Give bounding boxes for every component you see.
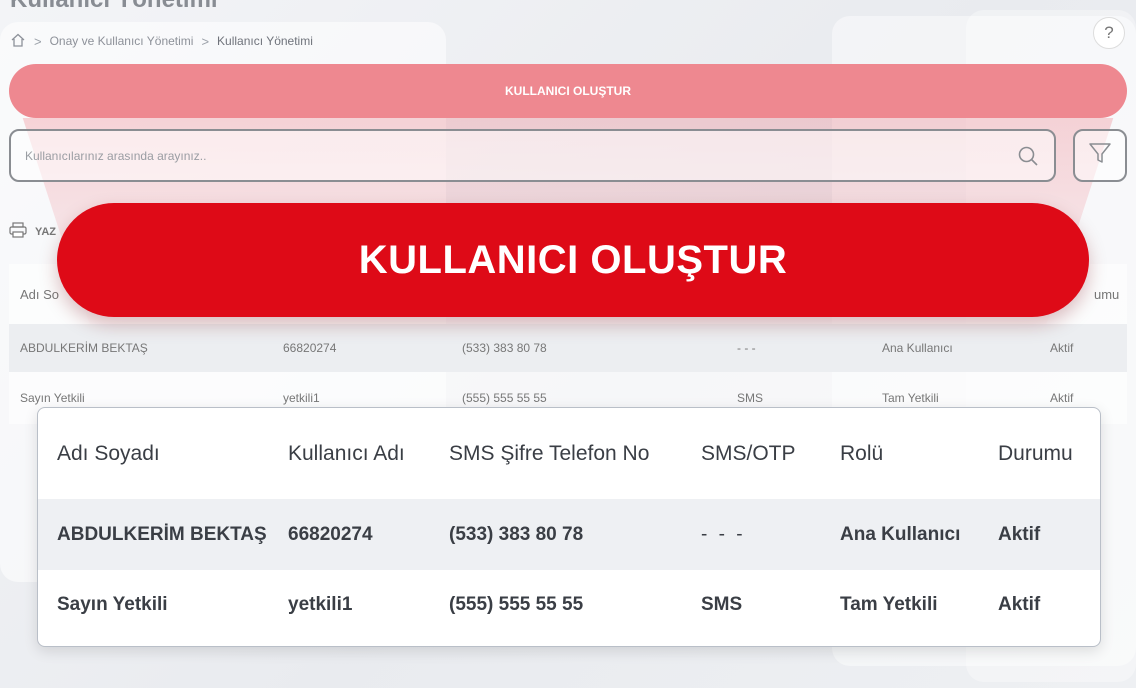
breadcrumb: > Onay ve Kullanıcı Yönetimi > Kullanıcı…	[10, 32, 313, 50]
filter-icon	[1087, 140, 1113, 171]
cell-name: ABDULKERİM BEKTAŞ	[20, 341, 148, 355]
cell-role: Tam Yetkili	[882, 391, 939, 405]
header-status[interactable]: Durumu	[998, 442, 1073, 466]
print-label: YAZ	[35, 225, 56, 238]
printer-icon	[9, 222, 27, 241]
search-placeholder: Kullanıcılarınız arasında arayınız..	[25, 148, 207, 163]
create-user-button[interactable]: KULLANICI OLUŞTUR	[9, 64, 1127, 118]
cell-sms-otp: SMS	[737, 391, 764, 405]
cell-status: Aktif	[998, 523, 1041, 545]
header-name-partial: Adı So	[20, 286, 60, 302]
user-table-zoom: Adı Soyadı Kullanıcı Adı SMS Şifre Telef…	[37, 407, 1101, 647]
print-button[interactable]: YAZ	[9, 222, 56, 241]
cell-sms-otp: - - -	[737, 341, 756, 355]
cell-status: Aktif	[1050, 341, 1074, 355]
page-title: Kullanıcı Yönetimi	[10, 0, 218, 14]
cell-username: yetkili1	[283, 391, 320, 405]
home-icon[interactable]	[10, 32, 26, 51]
breadcrumb-separator: >	[201, 33, 210, 49]
header-sms-otp[interactable]: SMS/OTP	[701, 442, 796, 466]
cell-sms-otp: SMS	[701, 594, 743, 615]
breadcrumb-item-current: Kullanıcı Yönetimi	[217, 34, 313, 48]
cell-username: yetkili1	[288, 594, 353, 615]
table-row[interactable]: ABDULKERİM BEKTAŞ 66820274 (533) 383 80 …	[9, 324, 1127, 372]
table-header: Adı Soyadı Kullanıcı Adı SMS Şifre Telef…	[38, 408, 1100, 499]
search-input[interactable]: Kullanıcılarınız arasında arayınız..	[9, 129, 1056, 182]
cell-role: Ana Kullanıcı	[840, 523, 961, 545]
cell-name: ABDULKERİM BEKTAŞ	[57, 523, 267, 545]
cell-name: Sayın Yetkili	[20, 391, 85, 405]
create-user-button-highlight[interactable]: KULLANICI OLUŞTUR	[57, 203, 1089, 317]
header-name[interactable]: Adı Soyadı	[57, 442, 160, 466]
cell-role: Ana Kullanıcı	[882, 341, 953, 355]
search-icon[interactable]	[1016, 144, 1040, 168]
breadcrumb-separator: >	[34, 33, 42, 49]
cell-phone: (533) 383 80 78	[462, 341, 547, 355]
cell-status: Aktif	[998, 594, 1041, 615]
cell-sms-otp: - - -	[701, 523, 746, 545]
cell-username: 66820274	[288, 523, 373, 545]
cell-role: Tam Yetkili	[840, 594, 938, 615]
table-row[interactable]: ABDULKERİM BEKTAŞ 66820274 (533) 383 80 …	[38, 499, 1100, 570]
table-row[interactable]: Sayın Yetkili yetkili1 (555) 555 55 55 S…	[38, 570, 1100, 640]
cell-name: Sayın Yetkili	[57, 594, 168, 615]
cell-username: 66820274	[283, 341, 337, 355]
cell-phone: (555) 555 55 55	[462, 391, 547, 405]
cell-phone: (555) 555 55 55	[449, 594, 584, 615]
header-role[interactable]: Rolü	[840, 442, 883, 466]
header-username[interactable]: Kullanıcı Adı	[288, 442, 405, 466]
header-status-partial: umu	[1094, 286, 1120, 302]
cell-phone: (533) 383 80 78	[449, 523, 584, 545]
breadcrumb-item-approval[interactable]: Onay ve Kullanıcı Yönetimi	[50, 34, 194, 48]
cell-status: Aktif	[1050, 391, 1074, 405]
help-button[interactable]: ?	[1093, 17, 1125, 49]
header-phone[interactable]: SMS Şifre Telefon No	[449, 442, 649, 466]
filter-button[interactable]	[1073, 129, 1127, 182]
